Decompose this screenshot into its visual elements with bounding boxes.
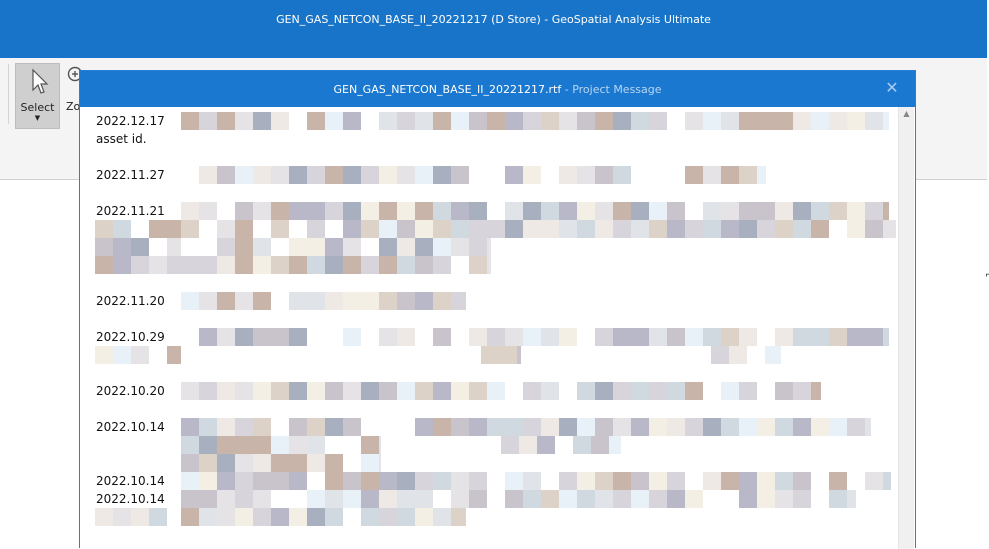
redacted-text-block bbox=[181, 112, 889, 130]
redacted-text-block bbox=[181, 436, 381, 454]
redacted-text-block bbox=[95, 220, 181, 238]
pointer-cursor-icon bbox=[32, 68, 49, 94]
window-title: GEN_GAS_NETCON_BASE_II_20221217 (D Store… bbox=[276, 13, 711, 26]
redacted-text-block bbox=[481, 346, 521, 364]
vertical-scrollbar[interactable]: ▲ bbox=[898, 107, 914, 549]
message-date: 2022.10.29 bbox=[96, 330, 165, 344]
redacted-text-block bbox=[95, 508, 181, 526]
ribbon-separator bbox=[8, 64, 9, 124]
dialog-subtitle: Project Message bbox=[572, 83, 662, 96]
redacted-text-block bbox=[181, 220, 896, 238]
message-date: 2022.10.14 bbox=[96, 420, 165, 434]
redacted-text-block bbox=[711, 346, 781, 364]
message-content: 2022.12.17 asset id. 2022.11.27 2022.11.… bbox=[81, 107, 897, 549]
dialog-title-bar[interactable]: GEN_GAS_NETCON_BASE_II_20221217.rtf - Pr… bbox=[80, 71, 915, 107]
redacted-text-block bbox=[181, 454, 381, 472]
chevron-down-icon: ▼ bbox=[34, 114, 41, 122]
redacted-text-block bbox=[181, 472, 891, 490]
redacted-text-block bbox=[181, 256, 491, 274]
message-date: 2022.10.14 bbox=[96, 474, 165, 488]
redacted-text-block bbox=[181, 328, 889, 346]
select-button-label: Select bbox=[20, 101, 55, 114]
message-date: 2022.10.20 bbox=[96, 384, 165, 398]
redacted-text-block bbox=[181, 382, 821, 400]
select-button[interactable]: Select ▼ bbox=[15, 63, 60, 129]
redacted-text-block bbox=[181, 202, 889, 220]
redacted-text-block bbox=[95, 346, 181, 364]
dialog-title: GEN_GAS_NETCON_BASE_II_20221217.rtf - Pr… bbox=[80, 83, 915, 96]
redacted-text-block bbox=[95, 256, 181, 274]
dialog-title-separator: - bbox=[561, 83, 573, 96]
message-date: 2022.11.20 bbox=[96, 294, 165, 308]
scroll-up-icon[interactable]: ▲ bbox=[899, 109, 914, 118]
redacted-text-block bbox=[181, 166, 766, 184]
dialog-file-name: GEN_GAS_NETCON_BASE_II_20221217.rtf bbox=[333, 83, 562, 96]
close-icon[interactable]: ✕ bbox=[884, 80, 900, 96]
redacted-text-block bbox=[95, 238, 181, 256]
redacted-text-block bbox=[181, 292, 466, 310]
project-message-dialog: GEN_GAS_NETCON_BASE_II_20221217.rtf - Pr… bbox=[79, 70, 916, 549]
redacted-text-block bbox=[181, 238, 491, 256]
redacted-text-block bbox=[181, 418, 871, 436]
message-date: 2022.11.27 bbox=[96, 168, 165, 182]
message-text: asset id. bbox=[96, 132, 147, 146]
window-edge-mark: ⌐ bbox=[985, 270, 989, 281]
app-title-bar: GEN_GAS_NETCON_BASE_II_20221217 (D Store… bbox=[0, 0, 987, 58]
redacted-text-block bbox=[181, 508, 466, 526]
redacted-text-block bbox=[181, 490, 856, 508]
message-date: 2022.11.21 bbox=[96, 204, 165, 218]
message-date: 2022.10.14 bbox=[96, 492, 165, 506]
redacted-text-block bbox=[501, 436, 621, 454]
message-date: 2022.12.17 bbox=[96, 114, 165, 128]
